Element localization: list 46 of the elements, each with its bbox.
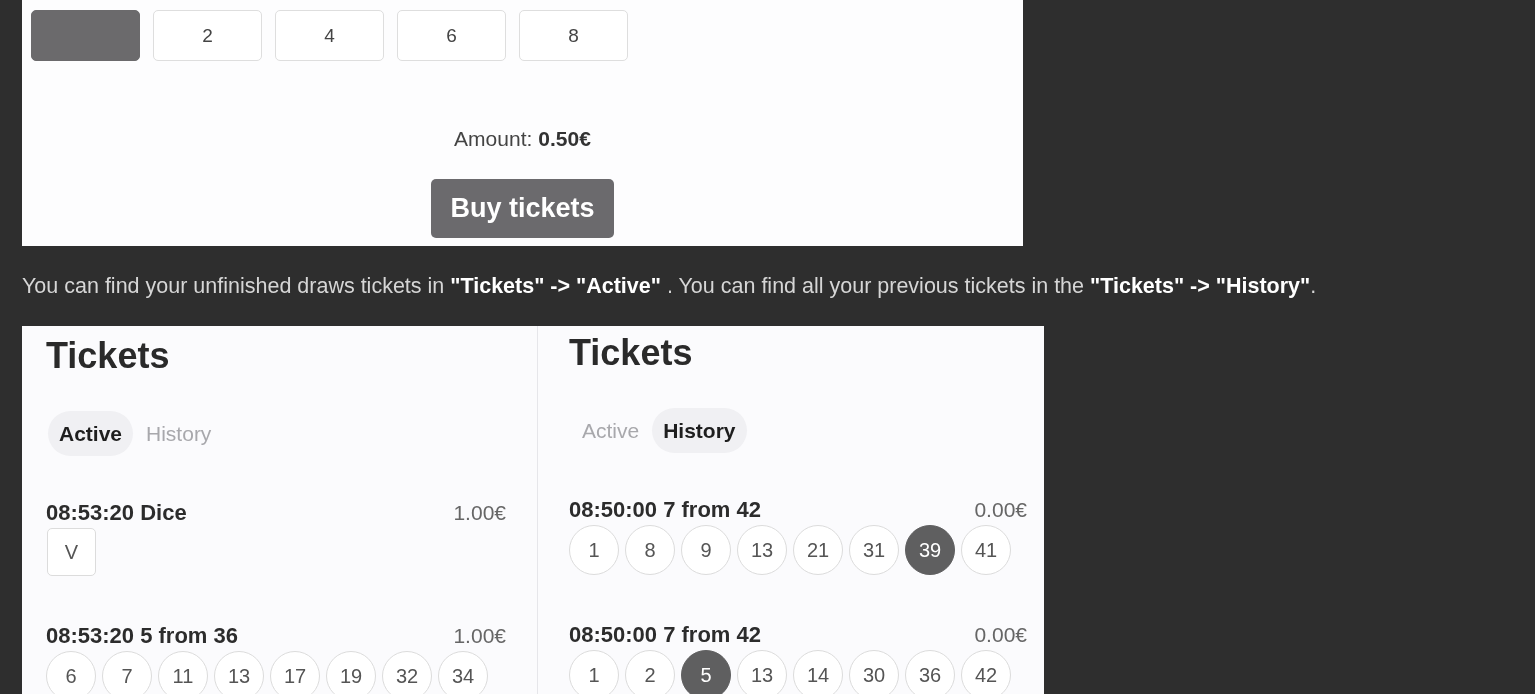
number-ball: 17 xyxy=(270,651,320,694)
number-ball: 36 xyxy=(905,650,955,694)
number-ball: 39 xyxy=(905,525,955,575)
number-ball: 19 xyxy=(326,651,376,694)
number-ball: 14 xyxy=(793,650,843,694)
panel-title: Tickets xyxy=(569,332,693,374)
number-ball: 1 xyxy=(569,525,619,575)
number-ball: 13 xyxy=(737,525,787,575)
number-ball: 34 xyxy=(438,651,488,694)
tab[interactable]: Active xyxy=(48,411,134,456)
number-ball: 13 xyxy=(214,651,264,694)
number-ball: 32 xyxy=(382,651,432,694)
number-ball: 31 xyxy=(849,525,899,575)
number-option-button[interactable]: 4 xyxy=(275,10,384,61)
number-ball: 8 xyxy=(625,525,675,575)
ticket-title: 08:50:00 7 from 42 xyxy=(569,623,761,647)
tab[interactable]: History xyxy=(652,408,747,453)
number-ball: 1 xyxy=(569,650,619,694)
number-ball: 7 xyxy=(102,651,152,694)
number-ball: 6 xyxy=(46,651,96,694)
number-option-button[interactable]: 6 xyxy=(397,10,506,61)
ticket-amount: 0.00€ xyxy=(974,498,1027,522)
number-ball: 5 xyxy=(681,650,731,694)
ticket-amount: 0.00€ xyxy=(974,623,1027,647)
info-text: You can find your unfinished draws tickets in "Tickets" -> "Active" . You can find all your previous tickets in the "Tickets" -> "History". xyxy=(22,274,1317,298)
number-ball: 21 xyxy=(793,525,843,575)
panel-title: Tickets xyxy=(46,335,170,377)
amount-value: 0.50€ xyxy=(538,127,591,151)
number-ball: 30 xyxy=(849,650,899,694)
ticket-title: 08:50:00 7 from 42 xyxy=(569,498,761,522)
ticket-title: 08:53:20 5 from 36 xyxy=(46,624,238,648)
ticket-amount: 1.00€ xyxy=(453,624,506,648)
number-ball: 13 xyxy=(737,650,787,694)
buy-tickets-button[interactable]: Buy tickets xyxy=(431,179,614,238)
ticket-title: 08:53:20 Dice xyxy=(46,501,187,525)
number-ball: 2 xyxy=(625,650,675,694)
number-ball: 41 xyxy=(961,525,1011,575)
number-option-button[interactable]: 8 xyxy=(519,10,628,61)
amount-label: Amount: xyxy=(454,127,533,151)
ticket-amount: 1.00€ xyxy=(453,501,506,525)
number-option-button[interactable] xyxy=(31,10,140,61)
number-ball: 9 xyxy=(681,525,731,575)
number-ball: 42 xyxy=(961,650,1011,694)
number-option-button[interactable]: 2 xyxy=(153,10,262,61)
pick-tile: V xyxy=(47,528,96,576)
number-ball: 11 xyxy=(158,651,208,694)
